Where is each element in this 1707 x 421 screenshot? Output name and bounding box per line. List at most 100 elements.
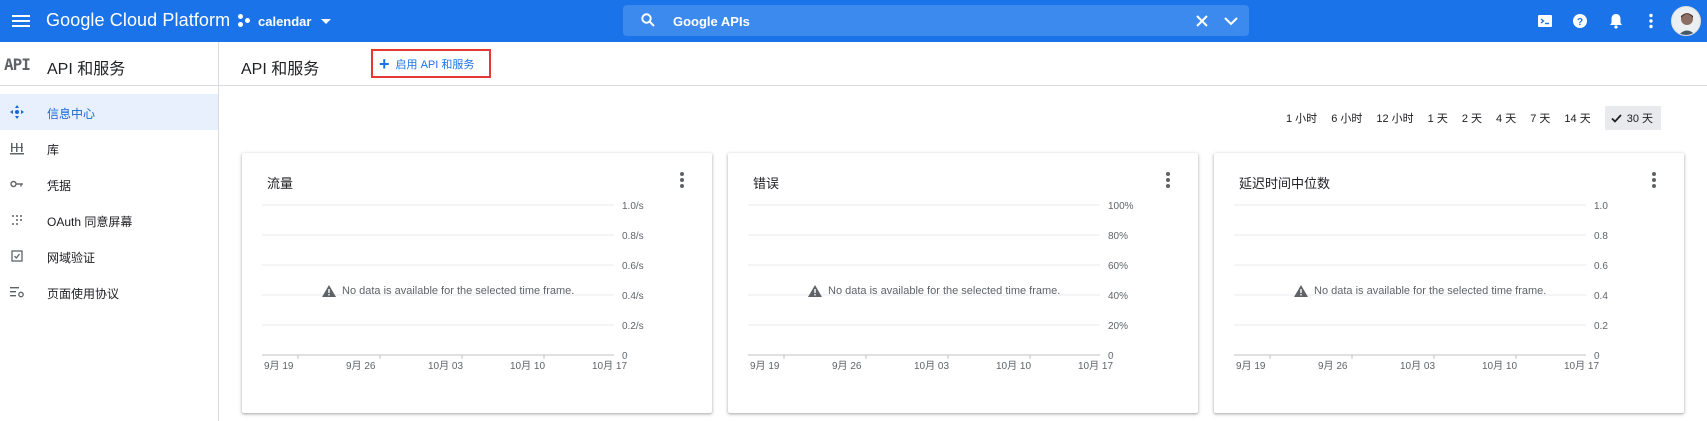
traffic-chart-card: 流量 1.0/s 0.8/s 0.6/s 0.4/s 0.2/s 0 9月 19 9月 26 1… xyxy=(242,153,712,413)
help-icon[interactable]: ? xyxy=(1570,11,1590,31)
brand-logo[interactable]: Google Cloud Platform xyxy=(46,10,230,31)
api-logo: API xyxy=(4,55,31,74)
no-data-notice: No data is available for the selected ti… xyxy=(322,285,622,297)
chevron-down-icon xyxy=(321,18,332,24)
enable-apis-button[interactable]: + 启用 API 和服务 xyxy=(371,49,491,78)
user-avatar-icon xyxy=(1672,7,1700,35)
y-tick-label: 0.4 xyxy=(1594,291,1608,302)
close-icon[interactable] xyxy=(1194,13,1210,29)
enable-apis-label: 启用 API 和服务 xyxy=(395,58,475,71)
no-data-text: No data is available for the selected ti… xyxy=(828,285,1061,297)
no-data-notice: No data is available for the selected ti… xyxy=(1294,285,1594,297)
plus-icon: + xyxy=(379,53,390,74)
search-input[interactable] xyxy=(673,11,1123,31)
x-tick-label: 9月 19 xyxy=(264,360,294,372)
warning-icon xyxy=(1294,285,1308,297)
time-range-option[interactable]: 14 天 xyxy=(1564,110,1590,126)
y-tick-label: 100% xyxy=(1108,201,1134,212)
cloud-shell-icon[interactable] xyxy=(1535,11,1555,31)
y-tick-label: 1.0/s xyxy=(622,201,644,212)
warning-icon xyxy=(808,285,822,297)
dashboard-icon xyxy=(10,105,24,119)
sidebar-item-label: 网域验证 xyxy=(47,251,96,265)
time-range-option[interactable]: 1 小时 xyxy=(1286,110,1317,126)
settings-list-icon xyxy=(10,287,24,298)
latency-chart: 1.00.80.60.40.209月 19 9月 26 10月 03 10月 10 10… xyxy=(1234,201,1608,372)
project-selector[interactable]: calendar xyxy=(238,10,332,32)
more-vert-icon[interactable] xyxy=(678,171,686,189)
x-tick-label: 10月 10 xyxy=(510,360,545,372)
time-range-selector: 1 小时 6 小时 12 小时 1 天 2 天 4 天 7 天 14 天 30 … xyxy=(1286,106,1662,130)
x-tick-label: 9月 26 xyxy=(832,360,862,372)
page-title: API 和服务 xyxy=(241,61,320,78)
x-tick-label: 10月 17 xyxy=(592,360,627,372)
x-tick-label: 10月 03 xyxy=(1400,360,1435,372)
y-tick-label: 40% xyxy=(1108,291,1128,302)
checkbox-icon xyxy=(11,250,23,262)
time-range-option[interactable]: 4 天 xyxy=(1496,110,1516,126)
no-data-text: No data is available for the selected ti… xyxy=(342,285,575,297)
card-title: 延迟时间中位数 xyxy=(1239,176,1331,191)
card-title: 流量 xyxy=(267,176,294,191)
warning-icon xyxy=(322,285,336,297)
x-tick-label: 10月 10 xyxy=(1482,360,1517,372)
y-tick-label: 20% xyxy=(1108,321,1128,332)
errors-chart-card: 错误 100% 80% 60% 40% 20% 0 9月 19 9月 26 10月 03 10月 … xyxy=(728,153,1198,413)
time-range-option-selected[interactable]: 30 天 xyxy=(1604,106,1662,130)
y-tick-label: 0.6/s xyxy=(622,261,644,272)
sidebar-item-page-usage-agreement[interactable]: 页面使用协议 xyxy=(0,274,218,310)
sidebar-title: API 和服务 xyxy=(47,61,126,78)
notifications-icon[interactable] xyxy=(1606,11,1626,31)
y-tick-label: 0.2 xyxy=(1594,321,1608,332)
time-range-option[interactable]: 12 小时 xyxy=(1376,110,1413,126)
x-tick-label: 10月 10 xyxy=(996,360,1031,372)
sidebar-item-label: 凭据 xyxy=(47,179,72,193)
y-tick-label: 0.6 xyxy=(1594,261,1608,272)
y-tick-label: 80% xyxy=(1108,231,1128,242)
search-icon xyxy=(641,13,655,27)
x-tick-label: 9月 19 xyxy=(1236,360,1266,372)
x-tick-label: 10月 03 xyxy=(914,360,949,372)
sidebar-item-dashboard[interactable]: 信息中心 xyxy=(0,94,218,130)
y-tick-label: 0.8/s xyxy=(622,231,644,242)
no-data-notice: No data is available for the selected ti… xyxy=(808,285,1108,297)
sidebar-item-label: 信息中心 xyxy=(47,107,96,121)
svg-text:?: ? xyxy=(1577,17,1583,28)
x-tick-label: 9月 26 xyxy=(1318,360,1348,372)
key-icon xyxy=(10,180,23,188)
sidebar-item-domain-verification[interactable]: 网域验证 xyxy=(0,238,218,274)
sidebar-item-label: 页面使用协议 xyxy=(47,287,120,301)
latency-chart-card: 延迟时间中位数 1.0 0.8 0.6 0.4 0.2 0 9月 19 9月 26 10月 03… xyxy=(1214,153,1684,413)
sidebar-item-oauth-consent[interactable]: OAuth 同意屏幕 xyxy=(0,202,218,238)
y-tick-label: 60% xyxy=(1108,261,1128,272)
search-bar[interactable] xyxy=(623,5,1249,36)
avatar[interactable] xyxy=(1671,6,1701,36)
sidebar-item-label: OAuth 同意屏幕 xyxy=(47,215,133,229)
time-range-option[interactable]: 7 天 xyxy=(1530,110,1550,126)
sidebar-item-credentials[interactable]: 凭据 xyxy=(0,166,218,202)
sidebar-item-library[interactable]: 库 xyxy=(0,130,218,166)
more-vert-icon[interactable] xyxy=(1164,171,1172,189)
errors-chart: 100%80%60%40%20%09月 19 9月 26 10月 03 10月 10 1… xyxy=(748,201,1134,372)
card-title: 错误 xyxy=(753,176,780,191)
x-tick-label: 10月 17 xyxy=(1564,360,1599,372)
y-tick-label: 1.0 xyxy=(1594,201,1608,212)
top-app-bar: Google Cloud Platform calendar ? xyxy=(0,0,1707,42)
time-range-option[interactable]: 2 天 xyxy=(1462,110,1482,126)
chevron-down-icon[interactable] xyxy=(1223,14,1239,28)
time-range-option[interactable]: 6 小时 xyxy=(1331,110,1362,126)
y-tick-label: 0.8 xyxy=(1594,231,1608,242)
library-icon xyxy=(10,143,24,155)
sidebar-header: API API 和服务 xyxy=(0,42,219,86)
x-tick-label: 10月 03 xyxy=(428,360,463,372)
y-tick-label: 0.4/s xyxy=(622,291,644,302)
menu-icon[interactable] xyxy=(8,8,34,34)
page-header: API 和服务 + 启用 API 和服务 xyxy=(219,42,1707,86)
more-vert-icon[interactable] xyxy=(1650,171,1658,189)
time-range-option[interactable]: 1 天 xyxy=(1428,110,1448,126)
traffic-chart: 1.0/s0.8/s0.6/s0.4/s0.2/s09月 19 9月 26 10月 … xyxy=(262,201,644,372)
project-icon xyxy=(238,14,252,28)
no-data-text: No data is available for the selected ti… xyxy=(1314,285,1547,297)
project-name: calendar xyxy=(258,13,312,29)
more-vert-icon[interactable] xyxy=(1641,11,1661,31)
